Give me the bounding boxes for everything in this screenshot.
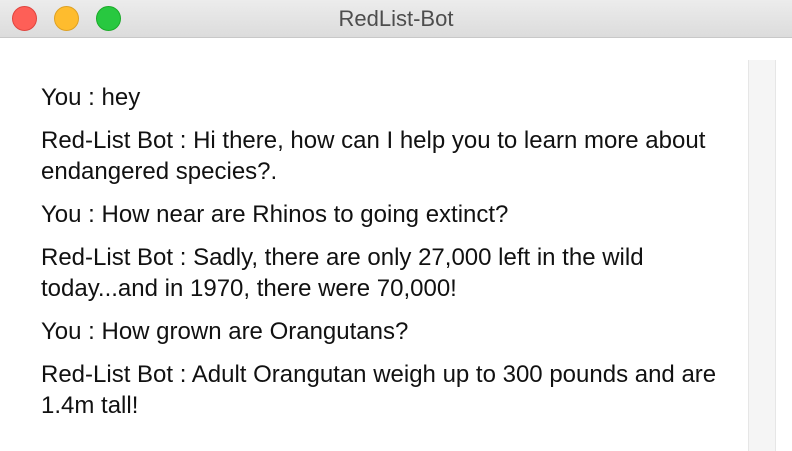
chat-message-user: You : hey [41, 84, 141, 111]
chat-message-user: You : How grown are Orangutans? [41, 318, 409, 345]
vertical-scrollbar[interactable] [748, 60, 776, 451]
window-title: RedList-Bot [338, 6, 454, 31]
chat-transcript[interactable]: You : hey Red-List Bot : Hi there, how c… [0, 38, 748, 451]
chat-message-user: You : How near are Rhinos to going extin… [41, 201, 509, 228]
chat-message-bot: Red-List Bot : Adult Orangutan weigh up … [41, 361, 717, 419]
chat-message-bot: Red-List Bot : Sadly, there are only 27,… [41, 244, 644, 302]
app-window: RedList-Bot You : hey Red-List Bot : Hi … [0, 0, 792, 451]
chat-message-bot: Red-List Bot : Hi there, how can I help … [41, 127, 706, 185]
title-bar: RedList-Bot [0, 0, 792, 38]
message-list: You : hey Red-List Bot : Hi there, how c… [41, 82, 741, 433]
